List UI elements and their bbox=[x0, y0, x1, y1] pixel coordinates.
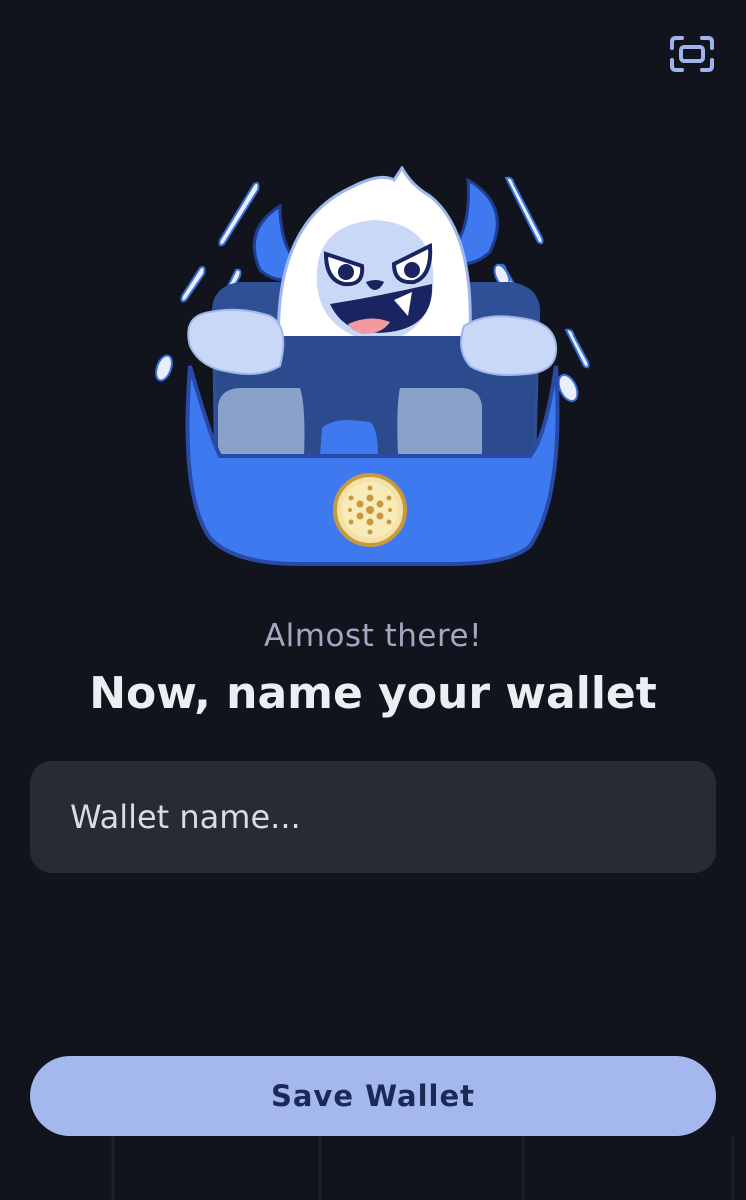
wallet-name-input[interactable] bbox=[30, 761, 716, 873]
cardano-coin-icon bbox=[333, 473, 407, 547]
expand-icon[interactable] bbox=[668, 34, 716, 74]
wallet-name-screen: Almost there! Now, name your wallet Save… bbox=[0, 0, 746, 1200]
bottom-divider-lines bbox=[111, 1136, 735, 1200]
wallet-name-field bbox=[30, 761, 716, 873]
subtitle-text: Almost there! bbox=[263, 618, 483, 654]
yeti-wallet-illustration bbox=[150, 165, 600, 576]
page-title: Now, name your wallet bbox=[89, 668, 657, 719]
save-wallet-button[interactable]: Save Wallet bbox=[30, 1056, 716, 1136]
